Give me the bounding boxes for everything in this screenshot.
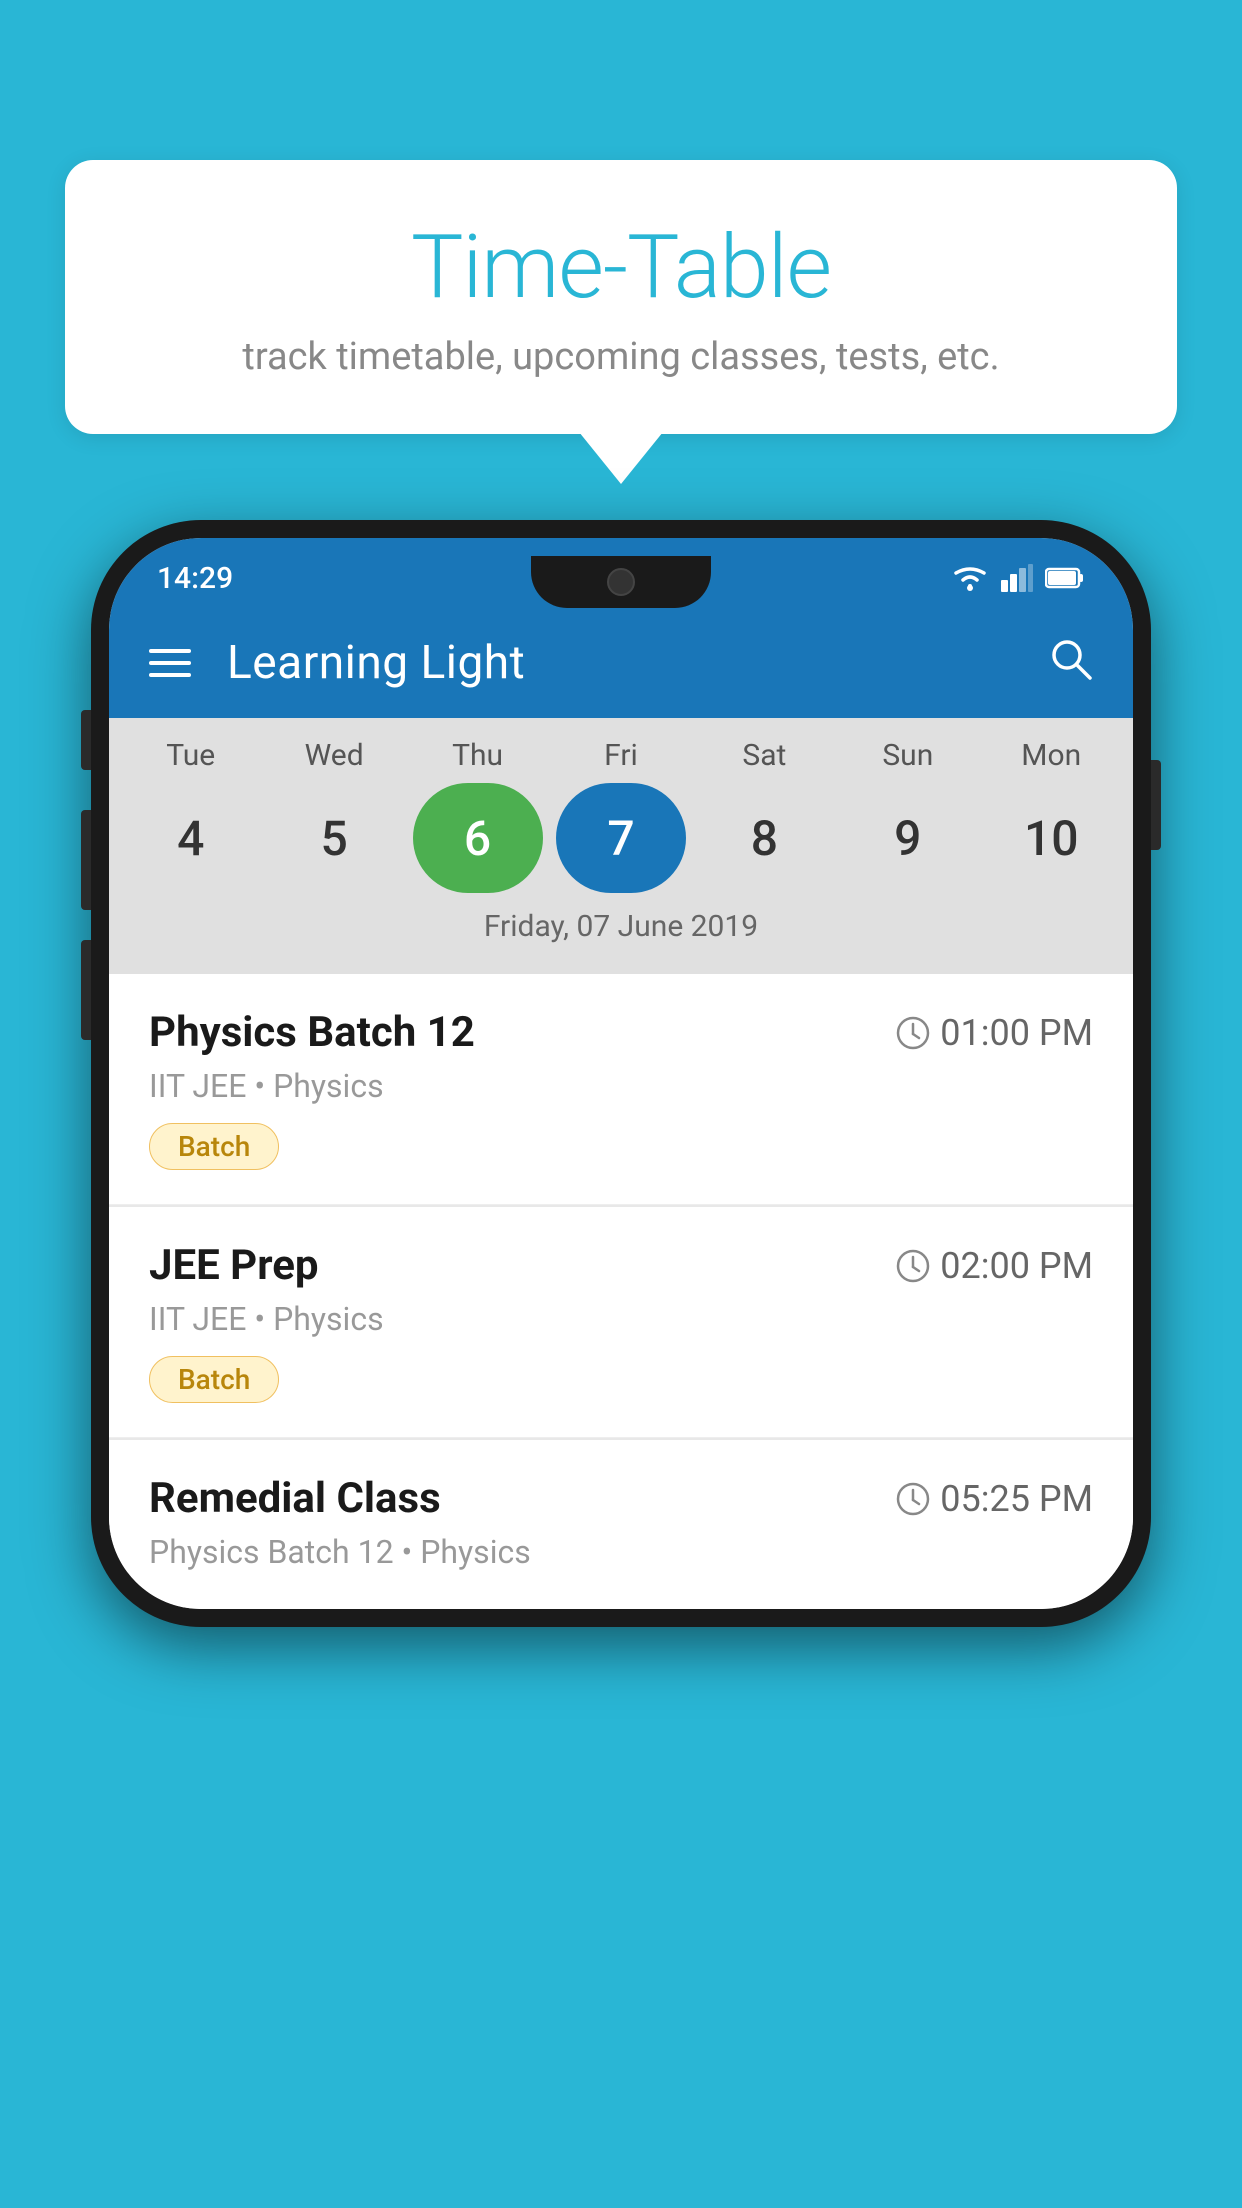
search-button[interactable] bbox=[1047, 635, 1093, 692]
volume-up-button bbox=[81, 810, 91, 910]
day-header-tue: Tue bbox=[126, 738, 256, 773]
day-header-sat: Sat bbox=[699, 738, 829, 773]
clock-icon-1 bbox=[896, 1016, 930, 1050]
phone-notch bbox=[531, 556, 711, 608]
calendar-strip: Tue Wed Thu Fri Sat Sun Mon 4 5 6 7 8 bbox=[109, 718, 1133, 974]
speech-bubble-container: Time-Table track timetable, upcoming cla… bbox=[65, 160, 1177, 434]
speech-bubble: Time-Table track timetable, upcoming cla… bbox=[65, 160, 1177, 434]
day-header-sun: Sun bbox=[843, 738, 973, 773]
class-time-3: 05:25 PM bbox=[896, 1478, 1093, 1520]
volume-silent-button bbox=[81, 710, 91, 770]
class-meta-2: IIT JEE • Physics bbox=[149, 1300, 1093, 1338]
hamburger-line-2 bbox=[149, 661, 191, 665]
clock-icon-3 bbox=[896, 1482, 930, 1516]
volume-down-button bbox=[81, 940, 91, 1040]
wifi-icon bbox=[951, 564, 989, 592]
class-time-2: 02:00 PM bbox=[896, 1245, 1093, 1287]
day-header-thu: Thu bbox=[413, 738, 543, 773]
app-bar: Learning Light bbox=[109, 608, 1133, 718]
power-button bbox=[1151, 760, 1161, 850]
class-name-2: JEE Prep bbox=[149, 1241, 319, 1290]
hamburger-line-3 bbox=[149, 673, 191, 677]
day-dates: 4 5 6 7 8 9 10 bbox=[109, 783, 1133, 893]
class-item-2-header: JEE Prep 02:00 PM bbox=[149, 1241, 1093, 1290]
app-title: Learning Light bbox=[227, 636, 1011, 690]
class-time-1: 01:00 PM bbox=[896, 1012, 1093, 1054]
status-icons bbox=[951, 564, 1085, 592]
status-time: 14:29 bbox=[157, 561, 233, 596]
date-6-today[interactable]: 6 bbox=[413, 783, 543, 893]
phone-wrapper: 14:29 bbox=[91, 520, 1151, 1627]
class-time-text-1: 01:00 PM bbox=[940, 1012, 1093, 1054]
hamburger-line-1 bbox=[149, 649, 191, 653]
selected-date-label: Friday, 07 June 2019 bbox=[109, 893, 1133, 964]
class-item-3-header: Remedial Class 05:25 PM bbox=[149, 1474, 1093, 1523]
class-meta-1: IIT JEE • Physics bbox=[149, 1067, 1093, 1105]
class-time-text-3: 05:25 PM bbox=[940, 1478, 1093, 1520]
day-header-mon: Mon bbox=[986, 738, 1116, 773]
bubble-subtitle: track timetable, upcoming classes, tests… bbox=[115, 335, 1127, 379]
date-7-selected[interactable]: 7 bbox=[556, 783, 686, 893]
class-meta-3: Physics Batch 12 • Physics bbox=[149, 1533, 1093, 1571]
day-headers: Tue Wed Thu Fri Sat Sun Mon bbox=[109, 738, 1133, 773]
signal-icon bbox=[1001, 564, 1033, 592]
class-item-3[interactable]: Remedial Class 05:25 PM Physics Batch 12… bbox=[109, 1440, 1133, 1609]
date-10[interactable]: 10 bbox=[986, 783, 1116, 893]
front-camera bbox=[607, 568, 635, 596]
clock-icon-2 bbox=[896, 1249, 930, 1283]
date-4[interactable]: 4 bbox=[126, 783, 256, 893]
class-item-1[interactable]: Physics Batch 12 01:00 PM IIT JEE • Phys… bbox=[109, 974, 1133, 1205]
class-item-1-header: Physics Batch 12 01:00 PM bbox=[149, 1008, 1093, 1057]
menu-button[interactable] bbox=[149, 649, 191, 677]
date-9[interactable]: 9 bbox=[843, 783, 973, 893]
day-header-wed: Wed bbox=[269, 738, 399, 773]
class-time-text-2: 02:00 PM bbox=[940, 1245, 1093, 1287]
background: Time-Table track timetable, upcoming cla… bbox=[0, 0, 1242, 2208]
batch-badge-2: Batch bbox=[149, 1356, 279, 1403]
bubble-title: Time-Table bbox=[115, 220, 1127, 317]
class-name-3: Remedial Class bbox=[149, 1474, 441, 1523]
phone-outer: 14:29 bbox=[91, 520, 1151, 1627]
date-8[interactable]: 8 bbox=[699, 783, 829, 893]
day-header-fri: Fri bbox=[556, 738, 686, 773]
batch-badge-1: Batch bbox=[149, 1123, 279, 1170]
class-item-2[interactable]: JEE Prep 02:00 PM IIT JEE • Physics Batc… bbox=[109, 1207, 1133, 1438]
phone-screen: 14:29 bbox=[109, 538, 1133, 1609]
date-5[interactable]: 5 bbox=[269, 783, 399, 893]
battery-icon bbox=[1045, 567, 1085, 589]
class-name-1: Physics Batch 12 bbox=[149, 1008, 475, 1057]
